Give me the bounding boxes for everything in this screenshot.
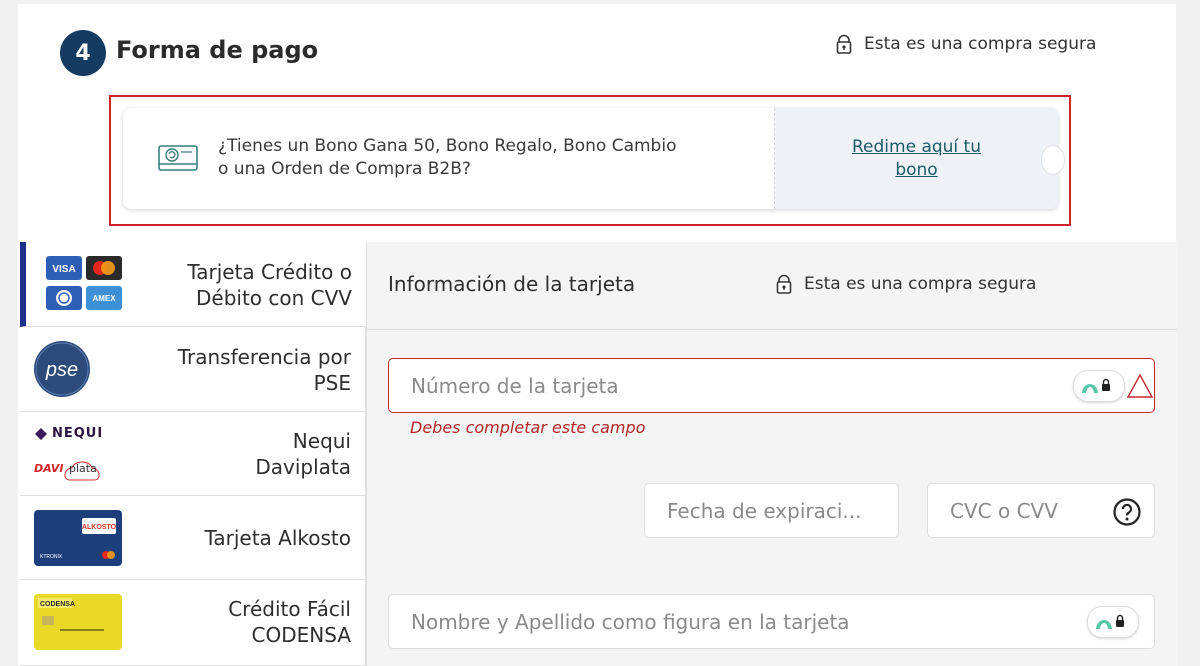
- redeem-area: Redime aquí tu bono: [775, 108, 1058, 209]
- nequi-logo-icon: NEQUI: [34, 426, 103, 441]
- davi-logo-text: DAVI: [34, 462, 64, 475]
- method-label-line1: Nequi: [292, 429, 351, 453]
- alkosto-card-icon: ALKOSTO KTRONIX: [34, 510, 122, 566]
- voucher-banner: ¿Tienes un Bono Gana 50, Bono Regalo, Bo…: [123, 108, 1058, 209]
- method-alkosto-card[interactable]: ALKOSTO KTRONIX Tarjeta Alkosto: [20, 496, 366, 580]
- secure-purchase-notice: Esta es una compra segura: [776, 274, 1036, 294]
- lock-icon: [836, 34, 852, 54]
- method-label: Tarjeta Alkosto: [204, 525, 351, 551]
- autofill-icon: [1082, 378, 1110, 393]
- redeem-link-line2: bono: [895, 159, 938, 180]
- section-title: Forma de pago: [116, 36, 319, 64]
- card-info-title: Información de la tarjeta: [388, 272, 636, 296]
- card-info-header: Información de la tarjeta Esta es una co…: [367, 242, 1177, 330]
- card-logos: VISA AMEX: [46, 256, 126, 314]
- autofill-lock-badge[interactable]: [1073, 370, 1125, 402]
- card-number-input[interactable]: [389, 359, 1154, 412]
- secure-text: Esta es una compra segura: [864, 34, 1097, 54]
- method-pse[interactable]: pse Transferencia por PSE: [20, 327, 366, 412]
- plata-logo-text: plata: [69, 462, 97, 475]
- voucher-info: ¿Tienes un Bono Gana 50, Bono Regalo, Bo…: [123, 108, 775, 209]
- voucher-card-icon: [158, 145, 198, 171]
- redeem-voucher-link[interactable]: Redime aquí tu bono: [827, 136, 1007, 182]
- secure-purchase-notice: Esta es una compra segura: [836, 34, 1096, 54]
- method-codensa[interactable]: CODENSA Crédito Fácil CODENSA: [20, 580, 366, 666]
- method-label: Crédito Fácil CODENSA: [228, 596, 351, 648]
- method-label-line2: Débito con CVV: [196, 286, 352, 310]
- method-label: Nequi Daviplata: [255, 428, 351, 480]
- method-credit-debit-card[interactable]: VISA AMEX Tarjeta Crédito o Débito con C…: [20, 242, 366, 327]
- method-label-line1: Crédito Fácil: [228, 597, 351, 621]
- expiry-date-field: [644, 483, 899, 538]
- amex-logo-icon: AMEX: [86, 286, 122, 310]
- autofill-icon: [1096, 614, 1124, 629]
- lock-icon: [776, 274, 792, 294]
- cardholder-name-input[interactable]: [389, 595, 1154, 648]
- warning-triangle-icon: [1127, 373, 1153, 398]
- codensa-logo-text: CODENSA: [40, 601, 75, 608]
- method-label-line1: Tarjeta Crédito o: [187, 260, 352, 284]
- method-label-line1: Transferencia por: [177, 345, 351, 369]
- pse-logo-text: pse: [45, 359, 78, 381]
- method-nequi-daviplata[interactable]: NEQUI DAVI plata Nequi Daviplata: [20, 412, 366, 496]
- cardholder-name-field: [388, 594, 1155, 649]
- method-label-line2: Daviplata: [255, 455, 351, 479]
- card-number-error: Debes completar este campo: [410, 418, 646, 437]
- visa-logo-icon: VISA: [46, 256, 82, 280]
- method-label: Transferencia por PSE: [178, 344, 351, 396]
- cvc-help-icon[interactable]: [1112, 497, 1142, 527]
- method-label: Tarjeta Crédito o Débito con CVV: [187, 259, 352, 311]
- card-info-panel: Información de la tarjeta Esta es una co…: [366, 242, 1177, 666]
- ticket-notch: [1041, 145, 1065, 175]
- amex-logo-text: AMEX: [92, 294, 116, 303]
- mastercard-logo-icon: [86, 256, 122, 280]
- diners-logo-icon: [46, 286, 82, 310]
- payment-methods-list: VISA AMEX Tarjeta Crédito o Débito con C…: [20, 242, 366, 666]
- visa-logo-text: VISA: [52, 264, 75, 275]
- card-number-field: [388, 358, 1155, 413]
- method-label-line2: CODENSA: [251, 623, 351, 647]
- nequi-diamond-icon: [35, 427, 47, 440]
- pse-logo-icon: pse: [34, 341, 90, 397]
- nequi-logo-text: NEQUI: [52, 426, 104, 441]
- expiry-date-input[interactable]: [645, 484, 898, 537]
- codensa-card-icon: CODENSA: [34, 594, 122, 650]
- ktronix-logo-text: KTRONIX: [40, 554, 63, 560]
- cvc-field: [927, 483, 1155, 538]
- alkosto-logo-text: ALKOSTO: [82, 524, 117, 531]
- method-label-line2: PSE: [313, 371, 351, 395]
- autofill-lock-badge[interactable]: [1087, 606, 1139, 638]
- daviplata-logo-icon: DAVI plata: [34, 456, 108, 484]
- secure-text: Esta es una compra segura: [804, 274, 1037, 294]
- method-label-line1: Tarjeta Alkosto: [204, 526, 351, 550]
- voucher-question: ¿Tienes un Bono Gana 50, Bono Regalo, Bo…: [218, 136, 677, 179]
- redeem-link-line1: Redime aquí tu: [852, 136, 981, 157]
- step-number-badge: 4: [60, 30, 106, 76]
